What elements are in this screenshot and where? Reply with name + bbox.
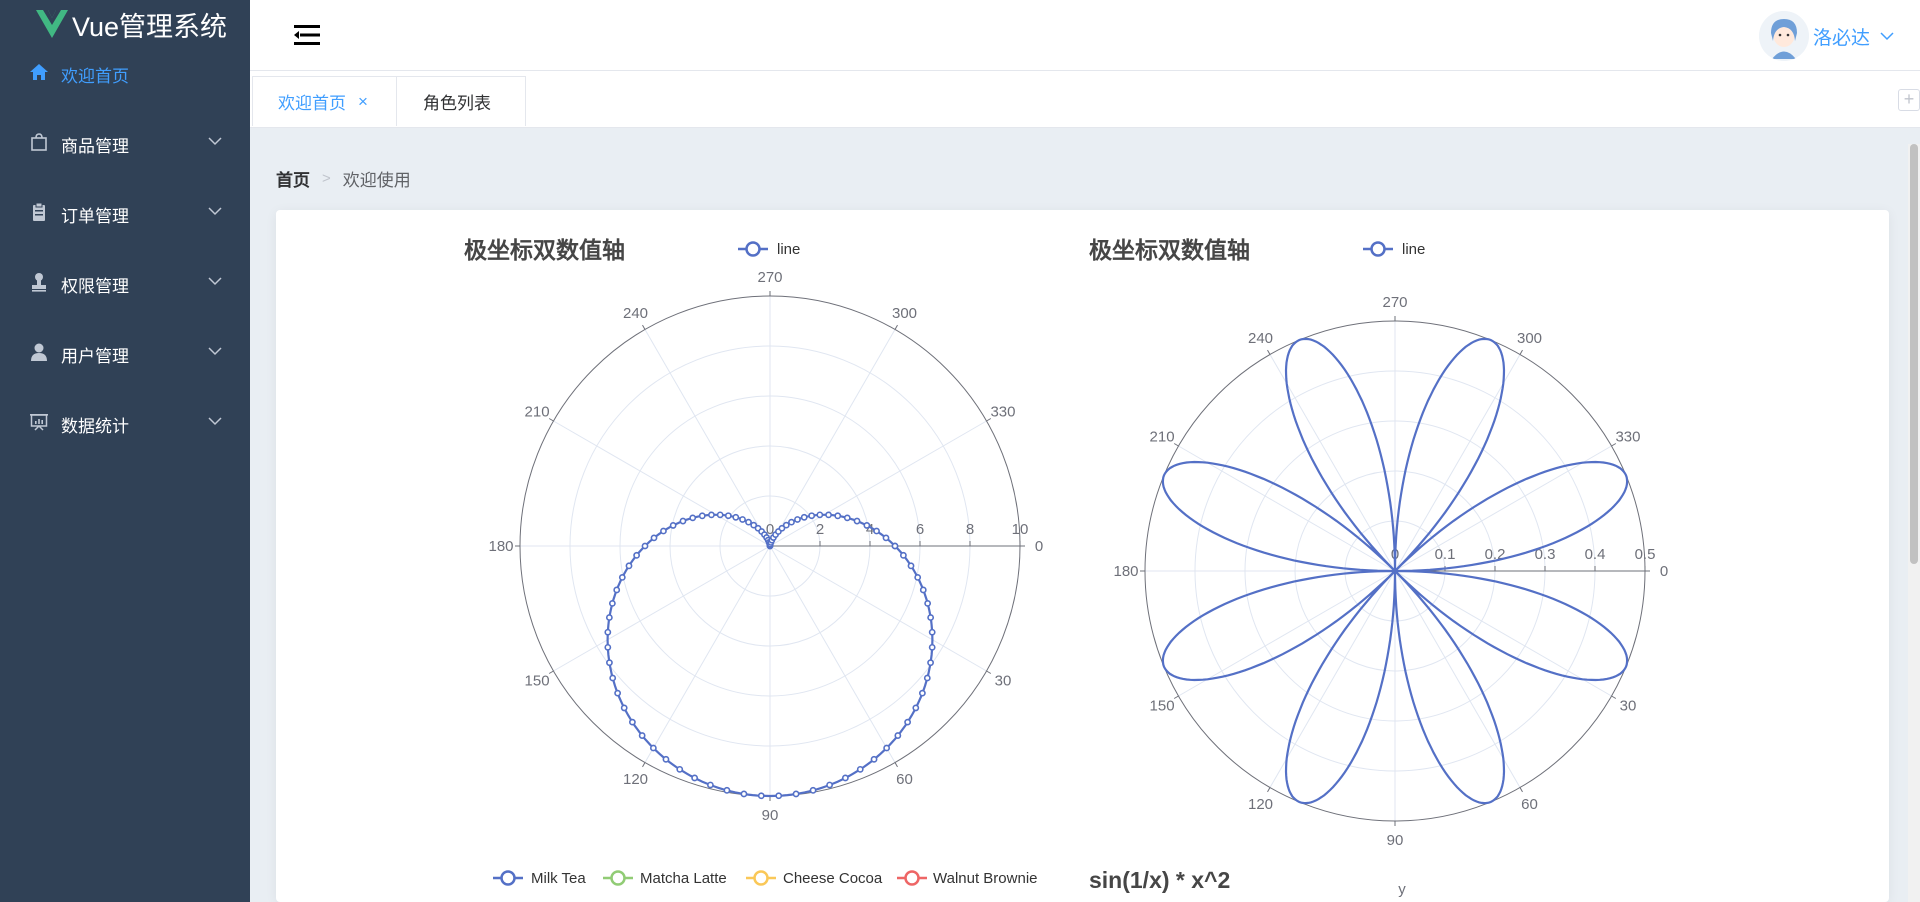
tab-role-list[interactable]: 角色列表 — [396, 76, 526, 126]
avatar — [1758, 11, 1809, 61]
user-name: 洛必达 — [1812, 27, 1870, 49]
sidebar-item-label: 商品管理 — [61, 137, 129, 156]
stamp-icon — [32, 273, 46, 292]
page-scrollbar-thumb[interactable] — [1910, 144, 1918, 564]
sidebar-item-4[interactable]: 用户管理 — [0, 324, 250, 380]
sidebar-item-label: 数据统计 — [61, 417, 129, 436]
chevron-down-icon — [208, 417, 222, 426]
sidebar: Vue管理系统 欢迎首页商品管理订单管理权限管理用户管理数据统计 — [0, 0, 250, 902]
sidebar-item-5[interactable]: 数据统计 — [0, 394, 250, 450]
header: 洛必达 — [250, 0, 1920, 70]
vue-logo-icon — [36, 10, 68, 38]
sidebar-item-label: 权限管理 — [61, 277, 129, 296]
sidebar-item-0[interactable]: 欢迎首页 — [0, 44, 250, 100]
sidebar-item-label: 用户管理 — [61, 347, 129, 366]
sidebar-item-1[interactable]: 商品管理 — [0, 114, 250, 170]
chevron-down-icon — [208, 137, 222, 146]
close-icon[interactable]: × — [358, 92, 368, 112]
chevron-down-icon — [208, 347, 222, 356]
clipboard-icon — [33, 202, 45, 221]
sidebar-item-2[interactable]: 订单管理 — [0, 184, 250, 240]
shopping-bag-icon — [31, 133, 47, 151]
app-title: Vue管理系统 — [72, 11, 228, 42]
chevron-down-icon — [208, 207, 222, 216]
user-icon — [31, 343, 47, 361]
sidebar-item-label: 欢迎首页 — [61, 67, 129, 86]
tab-welcome[interactable]: 欢迎首页 × — [252, 76, 397, 126]
chevron-right-icon: > — [322, 170, 331, 187]
breadcrumb-current: 欢迎使用 — [342, 171, 411, 190]
chevron-down-icon — [208, 277, 222, 286]
chevron-down-icon — [1880, 32, 1894, 41]
app-logo: Vue管理系统 — [36, 6, 227, 42]
breadcrumb: 首页 > 欢迎使用 — [276, 166, 411, 191]
sidebar-item-3[interactable]: 权限管理 — [0, 254, 250, 310]
home-icon — [30, 64, 48, 80]
presentation-chart-icon — [30, 414, 48, 431]
tab-label: 角色列表 — [423, 94, 491, 113]
sidebar-item-label: 订单管理 — [61, 207, 129, 226]
add-tab-icon[interactable]: + — [1898, 89, 1920, 111]
tab-label: 欢迎首页 — [278, 94, 346, 113]
menu-fold-icon[interactable] — [294, 24, 320, 46]
content-card — [276, 210, 1889, 902]
user-menu[interactable]: 洛必达 — [1758, 10, 1894, 62]
breadcrumb-home[interactable]: 首页 — [276, 166, 310, 191]
tab-bar: 欢迎首页 × 角色列表 + — [250, 70, 1920, 128]
